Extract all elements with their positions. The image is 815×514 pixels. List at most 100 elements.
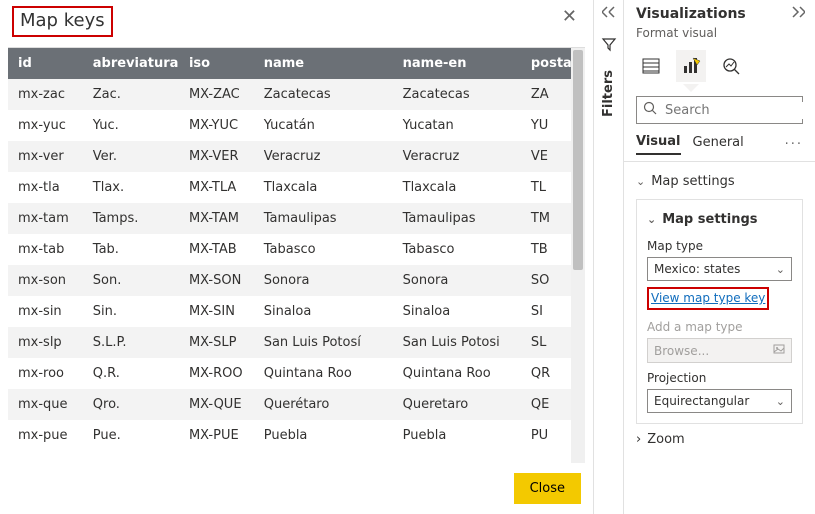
table-cell: MX-SON [179,265,254,296]
filters-icon[interactable] [601,36,617,52]
table-row[interactable]: mx-tabTab.MX-TABTabascoTabascoTB [8,234,585,265]
table-cell: Sinaloa [393,296,521,327]
filters-pane-collapsed: Filters [593,0,623,514]
chevron-down-icon: ⌄ [776,263,785,276]
table-cell: Tlaxcala [393,172,521,203]
table-cell: San Luis Potosí [254,327,393,358]
map-settings-subheader[interactable]: ⌄ Map settings [647,208,792,231]
table-cell: Sin. [83,296,179,327]
table-row[interactable]: mx-yucYuc.MX-YUCYucatánYucatanYU [8,110,585,141]
chevron-right-icon: › [636,432,641,447]
dialog-title-highlight: Map keys [12,6,113,37]
map-settings-card-header[interactable]: ⌄ Map settings [636,170,803,193]
table-cell: Zacatecas [393,79,521,110]
close-button[interactable]: Close [514,473,581,504]
table-cell: Son. [83,265,179,296]
format-mode-tabs [624,46,815,82]
table-row[interactable]: mx-sinSin.MX-SINSinaloaSinaloaSI [8,296,585,327]
analytics-tab[interactable] [716,50,746,82]
table-cell: MX-TAM [179,203,254,234]
col-header-name-en[interactable]: name-en [393,48,521,79]
browse-icon [773,343,785,358]
scrollbar-thumb[interactable] [573,50,583,270]
browse-label: Browse... [654,344,709,358]
map-settings-label: Map settings [651,174,734,189]
table-cell: Tamaulipas [393,203,521,234]
table-cell: Yuc. [83,110,179,141]
table-cell: S.L.P. [83,327,179,358]
map-type-label: Map type [647,239,792,253]
visualizations-title: Visualizations [636,6,746,22]
table-cell: mx-tam [8,203,83,234]
table-cell: mx-son [8,265,83,296]
browse-map-button[interactable]: Browse... [647,338,792,363]
table-cell: Queretaro [393,389,521,420]
table-row[interactable]: mx-tamTamps.MX-TAMTamaulipasTamaulipasTM [8,203,585,234]
map-settings-sublabel: Map settings [662,212,757,227]
table-cell: MX-ROO [179,358,254,389]
table-cell: MX-TLA [179,172,254,203]
zoom-label: Zoom [647,432,684,447]
table-cell: mx-tab [8,234,83,265]
format-search-box[interactable] [636,96,803,124]
table-cell: MX-VER [179,141,254,172]
table-cell: MX-SLP [179,327,254,358]
col-header-id[interactable]: id [8,48,83,79]
build-visual-tab[interactable] [636,50,666,82]
col-header-name[interactable]: name [254,48,393,79]
table-row[interactable]: mx-puePue.MX-PUEPueblaPueblaPU [8,420,585,451]
table-row[interactable]: mx-queQro.MX-QUEQuerétaroQueretaroQE [8,389,585,420]
table-cell: MX-QUE [179,389,254,420]
table-row[interactable]: mx-tlaTlax.MX-TLATlaxcalaTlaxcalaTL [8,172,585,203]
map-keys-table: id abreviatura iso name name-en postal m… [8,48,585,451]
table-cell: Tamaulipas [254,203,393,234]
visualizations-expand-icon[interactable] [791,6,805,22]
table-cell: Tlaxcala [254,172,393,203]
projection-select[interactable]: Equirectangular ⌄ [647,389,792,413]
table-row[interactable]: mx-zacZac.MX-ZACZacatecasZacatecasZA [8,79,585,110]
col-header-abreviatura[interactable]: abreviatura [83,48,179,79]
table-row[interactable]: mx-sonSon.MX-SONSonoraSonoraSO [8,265,585,296]
search-icon [643,101,657,119]
table-cell: MX-YUC [179,110,254,141]
filters-pane-label[interactable]: Filters [601,70,616,117]
map-type-select[interactable]: Mexico: states ⌄ [647,257,792,281]
table-cell: Qro. [83,389,179,420]
table-cell: Tabasco [393,234,521,265]
map-type-value: Mexico: states [654,262,740,276]
format-visual-tab[interactable] [676,50,706,82]
map-keys-dialog: Map keys ✕ id abreviatura iso name name-… [0,0,593,514]
chevron-down-icon: ⌄ [776,395,785,408]
add-map-type-label: Add a map type [647,320,792,334]
more-options-icon[interactable]: ··· [785,137,803,152]
table-cell: Quintana Roo [393,358,521,389]
map-keys-table-wrap: id abreviatura iso name name-en postal m… [8,47,585,463]
tab-general[interactable]: General [693,135,744,154]
view-map-type-key-link[interactable]: View map type key [651,291,765,305]
table-cell: Ver. [83,141,179,172]
visualizations-pane: Visualizations Format visual Visual Gene… [623,0,815,514]
tab-visual[interactable]: Visual [636,134,681,155]
dialog-title: Map keys [20,10,105,31]
table-cell: Veracruz [393,141,521,172]
table-cell: Tabasco [254,234,393,265]
col-header-iso[interactable]: iso [179,48,254,79]
table-row[interactable]: mx-slpS.L.P.MX-SLPSan Luis PotosíSan Lui… [8,327,585,358]
table-cell: Puebla [393,420,521,451]
table-row[interactable]: mx-verVer.MX-VERVeracruzVeracruzVE [8,141,585,172]
format-search-input[interactable] [663,102,815,119]
table-cell: MX-TAB [179,234,254,265]
table-cell: Querétaro [254,389,393,420]
filters-expand-chevron-icon[interactable] [602,6,616,18]
table-cell: Veracruz [254,141,393,172]
table-scrollbar[interactable] [571,48,585,463]
table-row[interactable]: mx-rooQ.R.MX-ROOQuintana RooQuintana Roo… [8,358,585,389]
table-cell: Zac. [83,79,179,110]
table-cell: mx-slp [8,327,83,358]
zoom-card-header[interactable]: › Zoom [636,424,803,455]
table-cell: Tamps. [83,203,179,234]
table-cell: mx-pue [8,420,83,451]
close-icon[interactable]: ✕ [558,6,581,27]
map-settings-card: ⌄ Map settings Map type Mexico: states ⌄… [636,199,803,424]
table-cell: MX-SIN [179,296,254,327]
